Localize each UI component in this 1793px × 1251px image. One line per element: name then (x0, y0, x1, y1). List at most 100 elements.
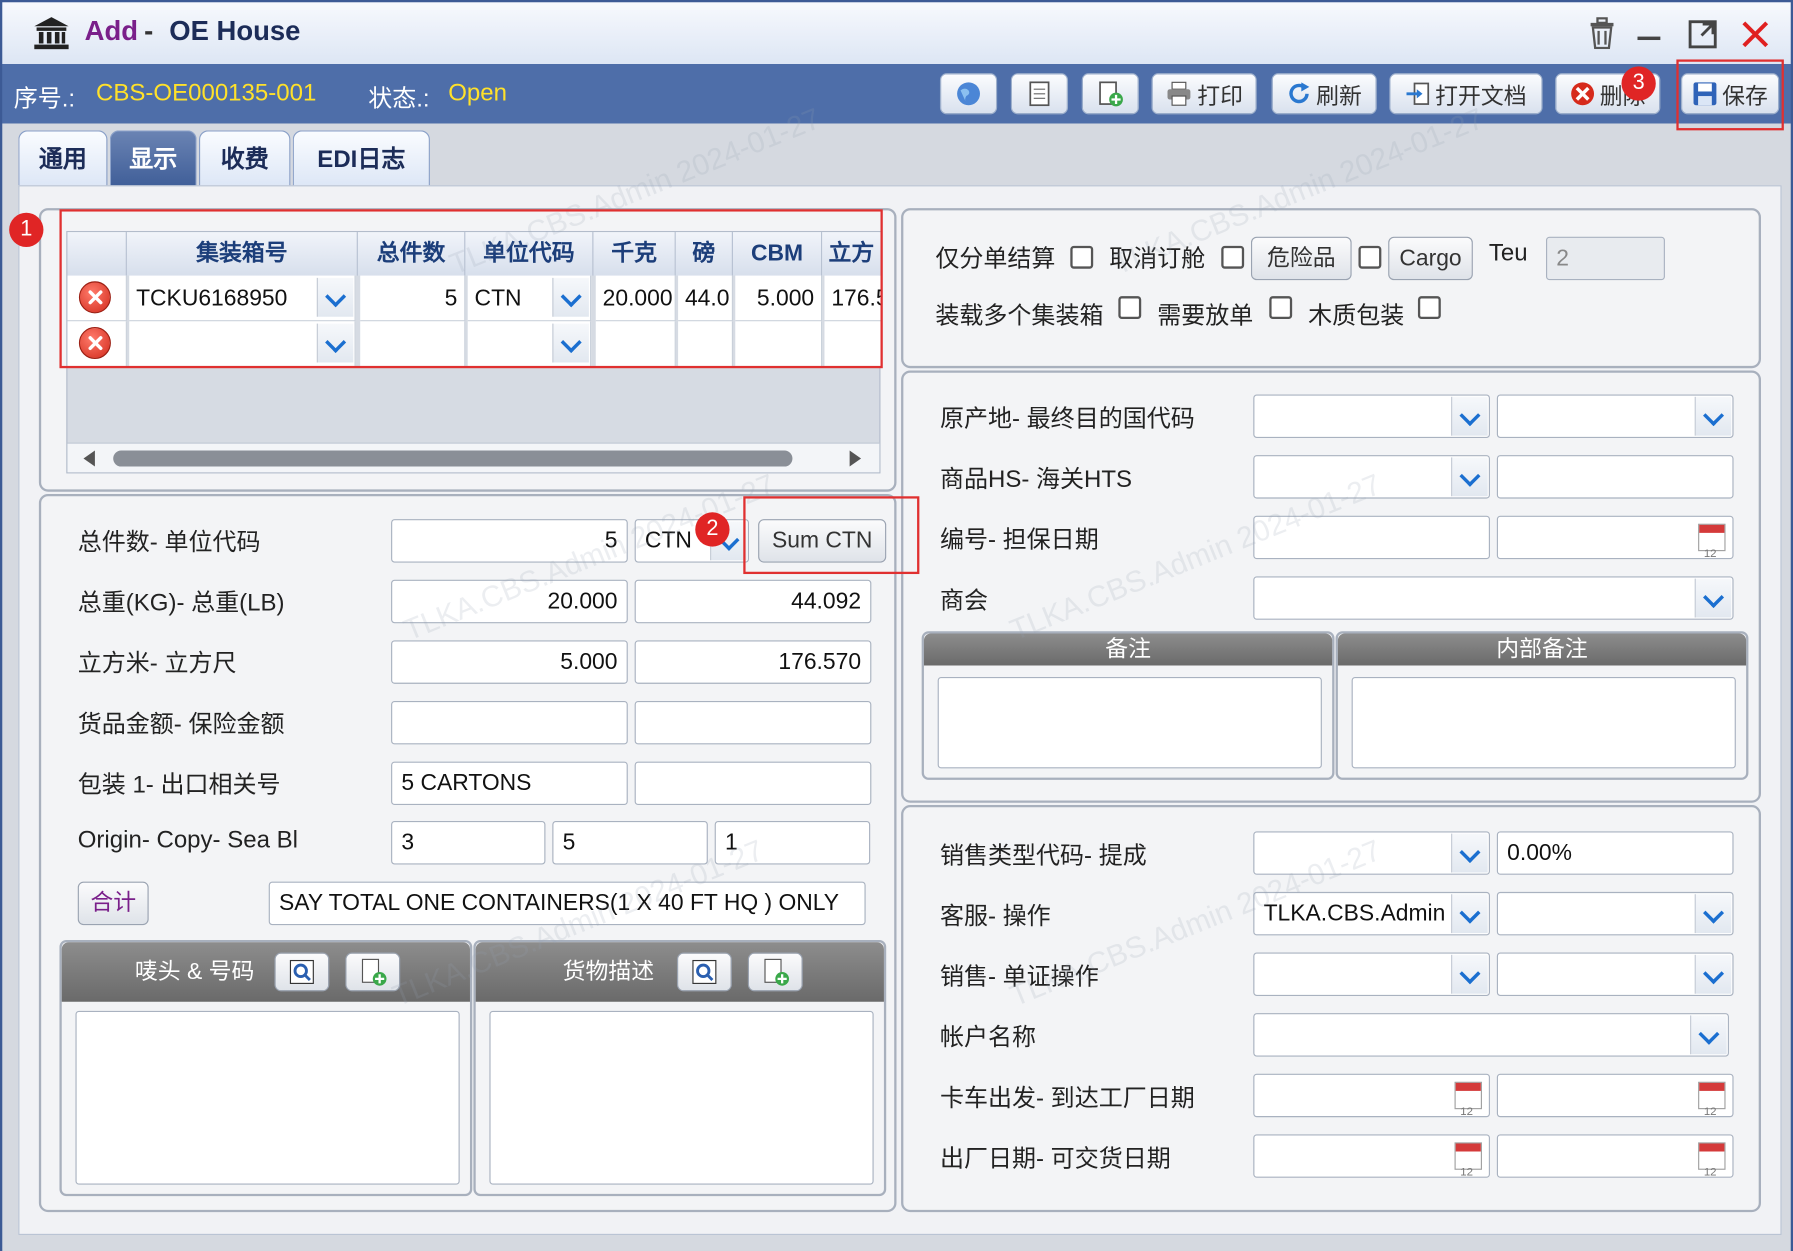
weight-kg-input[interactable]: 20.000 (391, 579, 628, 624)
grid-header-kg[interactable]: 千克 (593, 232, 676, 276)
grid-header-cft[interactable]: 立方 (822, 232, 882, 276)
horizontal-scrollbar[interactable] (67, 442, 880, 473)
kg-cell[interactable] (595, 321, 676, 368)
cbm-cell[interactable]: 5.000 (735, 275, 823, 322)
customer-service-select[interactable]: TLKA.CBS.Admin (1253, 891, 1490, 936)
chevron-down-icon[interactable] (1451, 954, 1488, 994)
calendar-icon[interactable] (1698, 1081, 1726, 1116)
tab-general[interactable]: 通用 (18, 130, 108, 188)
chevron-down-icon[interactable] (552, 277, 589, 317)
grid-header-pieces[interactable]: 总件数 (357, 232, 466, 276)
kg-cell[interactable]: 20.000 (595, 275, 676, 322)
total-text-input[interactable]: SAY TOTAL ONE CONTAINERS(1 X 40 FT HQ ) … (268, 881, 866, 926)
calendar-icon[interactable] (1698, 523, 1726, 558)
dangerous-checkbox[interactable] (1358, 245, 1382, 269)
chevron-down-icon[interactable] (1451, 457, 1488, 497)
cft-cell[interactable]: 176.5 (824, 275, 882, 322)
total-button[interactable]: 合计 (77, 881, 149, 926)
chevron-down-icon[interactable] (1694, 578, 1732, 618)
sum-ctn-button[interactable]: Sum CTN (758, 519, 887, 563)
delete-row-icon[interactable] (78, 281, 111, 314)
calendar-icon[interactable] (1454, 1081, 1482, 1116)
cft-input[interactable]: 176.570 (634, 640, 872, 684)
description-add-button[interactable] (747, 952, 803, 992)
wood-pack-checkbox[interactable] (1417, 296, 1441, 320)
scroll-right-icon[interactable] (849, 450, 862, 467)
scroll-left-icon[interactable] (83, 450, 95, 467)
save-button[interactable]: 保存 (1680, 73, 1780, 115)
chamber-select[interactable] (1253, 576, 1734, 620)
marks-add-button[interactable] (345, 952, 401, 992)
multi-container-checkbox[interactable] (1118, 296, 1142, 320)
minimize-button[interactable] (1637, 36, 1661, 41)
cft-cell[interactable] (824, 321, 882, 368)
grid-header-container[interactable]: 集装箱号 (126, 232, 358, 276)
export-ref-input[interactable] (634, 761, 872, 806)
print-button[interactable]: 打印 (1151, 73, 1257, 115)
sales-type-select[interactable] (1253, 831, 1490, 875)
weight-lb-input[interactable]: 44.092 (634, 579, 872, 624)
refresh-button[interactable]: 刷新 (1271, 73, 1377, 115)
tab-charges[interactable]: 收费 (198, 130, 291, 188)
operation-select[interactable] (1496, 891, 1734, 936)
chevron-down-icon[interactable] (1451, 396, 1488, 436)
teu-input[interactable]: 2 (1546, 236, 1665, 281)
chevron-down-icon[interactable] (1451, 833, 1488, 873)
grid-header-unit[interactable]: 单位代码 (465, 232, 594, 276)
commission-input[interactable]: 0.00% (1496, 831, 1734, 875)
chevron-down-icon[interactable] (552, 323, 589, 363)
need-release-checkbox[interactable] (1269, 296, 1293, 320)
chevron-down-icon[interactable] (1694, 894, 1732, 934)
remark-textarea[interactable] (937, 676, 1322, 769)
close-icon[interactable] (1740, 19, 1770, 49)
pieces-cell[interactable]: 5 (360, 275, 466, 322)
cbm-cell[interactable] (735, 321, 823, 368)
chevron-down-icon[interactable] (316, 323, 354, 363)
lb-cell[interactable] (678, 321, 733, 368)
origin-country-select[interactable] (1253, 394, 1490, 438)
calendar-icon[interactable] (1698, 1142, 1726, 1177)
unit-select[interactable] (467, 321, 592, 368)
factory-arrival-date-input[interactable] (1496, 1073, 1734, 1118)
trash-icon[interactable] (1587, 17, 1617, 50)
lb-cell[interactable]: 44.0 (678, 275, 733, 322)
deliverable-date-input[interactable] (1496, 1134, 1734, 1178)
grid-header-cbm[interactable]: CBM (732, 232, 823, 276)
total-pieces-input[interactable]: 5 (391, 519, 628, 563)
container-no-select[interactable] (129, 321, 356, 368)
calendar-icon[interactable] (1454, 1142, 1482, 1177)
marks-search-button[interactable] (274, 952, 330, 992)
delete-row-icon[interactable] (78, 327, 111, 360)
marks-textarea[interactable] (75, 1010, 460, 1185)
sales-select[interactable] (1253, 952, 1490, 996)
chevron-down-icon[interactable] (1694, 954, 1732, 994)
number-input[interactable] (1253, 515, 1490, 560)
maximize-icon[interactable] (1688, 19, 1718, 49)
add-document-button[interactable] (1081, 73, 1139, 115)
package-input[interactable]: 5 CARTONS (391, 761, 628, 806)
hs-code-select[interactable] (1253, 455, 1490, 499)
origin-input[interactable]: 3 (391, 821, 546, 865)
grid-header-lb[interactable]: 磅 (675, 232, 733, 276)
guarantee-date-input[interactable] (1496, 515, 1734, 560)
goods-amount-input[interactable] (391, 700, 628, 745)
dangerous-goods-button[interactable]: 危险品 (1250, 236, 1352, 281)
unit-select[interactable]: CTN (467, 275, 592, 322)
doc-operation-select[interactable] (1496, 952, 1734, 996)
destination-country-select[interactable] (1496, 394, 1734, 438)
tab-edi-log[interactable]: EDI日志 (292, 130, 430, 188)
factory-exit-date-input[interactable] (1253, 1134, 1490, 1178)
internal-remark-textarea[interactable] (1351, 676, 1736, 769)
hts-input[interactable] (1496, 455, 1734, 499)
split-only-checkbox[interactable] (1070, 245, 1094, 269)
cancel-booking-checkbox[interactable] (1221, 245, 1245, 269)
chevron-down-icon[interactable] (1694, 396, 1732, 436)
chevron-down-icon[interactable] (316, 277, 354, 317)
document-button[interactable] (1010, 73, 1069, 115)
cargo-button[interactable]: Cargo (1388, 236, 1473, 281)
chevron-down-icon[interactable] (1451, 894, 1488, 934)
scrollbar-thumb[interactable] (113, 450, 793, 467)
account-name-select[interactable] (1253, 1013, 1729, 1057)
copy-input[interactable]: 5 (552, 821, 708, 865)
open-document-button[interactable]: 打开文档 (1389, 73, 1543, 115)
